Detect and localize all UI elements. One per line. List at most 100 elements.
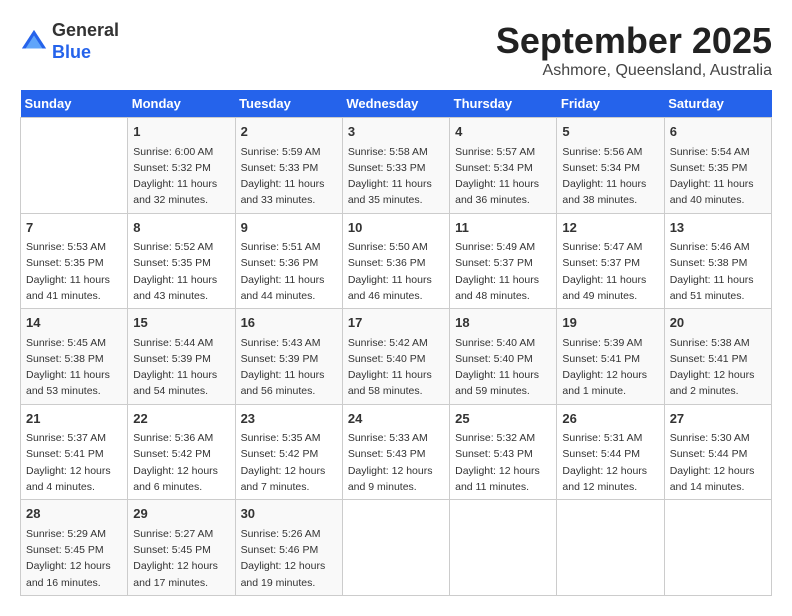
calendar-cell (21, 118, 128, 214)
day-info: Sunrise: 5:59 AMSunset: 5:33 PMDaylight:… (241, 144, 337, 209)
day-number: 27 (670, 409, 766, 429)
day-info: Sunrise: 5:56 AMSunset: 5:34 PMDaylight:… (562, 144, 658, 209)
day-number: 22 (133, 409, 229, 429)
day-number: 21 (26, 409, 122, 429)
calendar-week-2: 14Sunrise: 5:45 AMSunset: 5:38 PMDayligh… (21, 309, 772, 405)
calendar-cell: 28Sunrise: 5:29 AMSunset: 5:45 PMDayligh… (21, 500, 128, 596)
day-number: 5 (562, 122, 658, 142)
day-info: Sunrise: 5:49 AMSunset: 5:37 PMDaylight:… (455, 239, 551, 304)
day-info: Sunrise: 5:52 AMSunset: 5:35 PMDaylight:… (133, 239, 229, 304)
day-number: 12 (562, 218, 658, 238)
calendar-cell (450, 500, 557, 596)
day-number: 13 (670, 218, 766, 238)
calendar-table: SundayMondayTuesdayWednesdayThursdayFrid… (20, 90, 772, 596)
weekday-header-row: SundayMondayTuesdayWednesdayThursdayFrid… (21, 90, 772, 118)
day-info: Sunrise: 5:57 AMSunset: 5:34 PMDaylight:… (455, 144, 551, 209)
day-number: 2 (241, 122, 337, 142)
calendar-cell: 3Sunrise: 5:58 AMSunset: 5:33 PMDaylight… (342, 118, 449, 214)
calendar-cell: 9Sunrise: 5:51 AMSunset: 5:36 PMDaylight… (235, 213, 342, 309)
day-info: Sunrise: 5:45 AMSunset: 5:38 PMDaylight:… (26, 335, 122, 400)
calendar-cell: 7Sunrise: 5:53 AMSunset: 5:35 PMDaylight… (21, 213, 128, 309)
day-number: 1 (133, 122, 229, 142)
day-info: Sunrise: 5:58 AMSunset: 5:33 PMDaylight:… (348, 144, 444, 209)
calendar-cell: 29Sunrise: 5:27 AMSunset: 5:45 PMDayligh… (128, 500, 235, 596)
day-number: 17 (348, 313, 444, 333)
weekday-header-tuesday: Tuesday (235, 90, 342, 118)
day-info: Sunrise: 5:51 AMSunset: 5:36 PMDaylight:… (241, 239, 337, 304)
day-info: Sunrise: 5:35 AMSunset: 5:42 PMDaylight:… (241, 430, 337, 495)
calendar-cell: 12Sunrise: 5:47 AMSunset: 5:37 PMDayligh… (557, 213, 664, 309)
calendar-cell (664, 500, 771, 596)
month-title: September 2025 (496, 20, 772, 62)
day-number: 3 (348, 122, 444, 142)
day-info: Sunrise: 5:32 AMSunset: 5:43 PMDaylight:… (455, 430, 551, 495)
calendar-cell: 17Sunrise: 5:42 AMSunset: 5:40 PMDayligh… (342, 309, 449, 405)
day-info: Sunrise: 5:36 AMSunset: 5:42 PMDaylight:… (133, 430, 229, 495)
calendar-week-0: 1Sunrise: 6:00 AMSunset: 5:32 PMDaylight… (21, 118, 772, 214)
day-number: 20 (670, 313, 766, 333)
calendar-cell (342, 500, 449, 596)
calendar-cell: 23Sunrise: 5:35 AMSunset: 5:42 PMDayligh… (235, 404, 342, 500)
day-number: 28 (26, 504, 122, 524)
day-info: Sunrise: 5:44 AMSunset: 5:39 PMDaylight:… (133, 335, 229, 400)
weekday-header-monday: Monday (128, 90, 235, 118)
location-title: Ashmore, Queensland, Australia (496, 62, 772, 80)
day-number: 14 (26, 313, 122, 333)
calendar-cell: 8Sunrise: 5:52 AMSunset: 5:35 PMDaylight… (128, 213, 235, 309)
logo: General Blue (20, 20, 119, 63)
day-number: 6 (670, 122, 766, 142)
day-info: Sunrise: 5:39 AMSunset: 5:41 PMDaylight:… (562, 335, 658, 400)
day-info: Sunrise: 5:43 AMSunset: 5:39 PMDaylight:… (241, 335, 337, 400)
day-number: 18 (455, 313, 551, 333)
day-info: Sunrise: 6:00 AMSunset: 5:32 PMDaylight:… (133, 144, 229, 209)
day-info: Sunrise: 5:53 AMSunset: 5:35 PMDaylight:… (26, 239, 122, 304)
calendar-week-1: 7Sunrise: 5:53 AMSunset: 5:35 PMDaylight… (21, 213, 772, 309)
day-info: Sunrise: 5:30 AMSunset: 5:44 PMDaylight:… (670, 430, 766, 495)
calendar-cell: 14Sunrise: 5:45 AMSunset: 5:38 PMDayligh… (21, 309, 128, 405)
calendar-cell: 16Sunrise: 5:43 AMSunset: 5:39 PMDayligh… (235, 309, 342, 405)
calendar-cell: 24Sunrise: 5:33 AMSunset: 5:43 PMDayligh… (342, 404, 449, 500)
day-info: Sunrise: 5:54 AMSunset: 5:35 PMDaylight:… (670, 144, 766, 209)
calendar-week-4: 28Sunrise: 5:29 AMSunset: 5:45 PMDayligh… (21, 500, 772, 596)
day-number: 10 (348, 218, 444, 238)
calendar-cell: 5Sunrise: 5:56 AMSunset: 5:34 PMDaylight… (557, 118, 664, 214)
calendar-cell: 27Sunrise: 5:30 AMSunset: 5:44 PMDayligh… (664, 404, 771, 500)
day-number: 15 (133, 313, 229, 333)
calendar-cell: 13Sunrise: 5:46 AMSunset: 5:38 PMDayligh… (664, 213, 771, 309)
day-info: Sunrise: 5:31 AMSunset: 5:44 PMDaylight:… (562, 430, 658, 495)
calendar-cell: 11Sunrise: 5:49 AMSunset: 5:37 PMDayligh… (450, 213, 557, 309)
day-number: 26 (562, 409, 658, 429)
calendar-cell: 21Sunrise: 5:37 AMSunset: 5:41 PMDayligh… (21, 404, 128, 500)
calendar-cell: 4Sunrise: 5:57 AMSunset: 5:34 PMDaylight… (450, 118, 557, 214)
calendar-cell: 20Sunrise: 5:38 AMSunset: 5:41 PMDayligh… (664, 309, 771, 405)
header: General Blue September 2025 Ashmore, Que… (20, 20, 772, 80)
calendar-cell: 15Sunrise: 5:44 AMSunset: 5:39 PMDayligh… (128, 309, 235, 405)
day-info: Sunrise: 5:26 AMSunset: 5:46 PMDaylight:… (241, 526, 337, 591)
day-number: 4 (455, 122, 551, 142)
day-number: 8 (133, 218, 229, 238)
calendar-week-3: 21Sunrise: 5:37 AMSunset: 5:41 PMDayligh… (21, 404, 772, 500)
day-number: 7 (26, 218, 122, 238)
calendar-cell: 22Sunrise: 5:36 AMSunset: 5:42 PMDayligh… (128, 404, 235, 500)
weekday-header-thursday: Thursday (450, 90, 557, 118)
day-number: 9 (241, 218, 337, 238)
day-info: Sunrise: 5:37 AMSunset: 5:41 PMDaylight:… (26, 430, 122, 495)
day-info: Sunrise: 5:33 AMSunset: 5:43 PMDaylight:… (348, 430, 444, 495)
day-info: Sunrise: 5:47 AMSunset: 5:37 PMDaylight:… (562, 239, 658, 304)
calendar-cell: 26Sunrise: 5:31 AMSunset: 5:44 PMDayligh… (557, 404, 664, 500)
day-number: 30 (241, 504, 337, 524)
day-number: 11 (455, 218, 551, 238)
day-info: Sunrise: 5:40 AMSunset: 5:40 PMDaylight:… (455, 335, 551, 400)
day-number: 24 (348, 409, 444, 429)
calendar-cell: 18Sunrise: 5:40 AMSunset: 5:40 PMDayligh… (450, 309, 557, 405)
calendar-cell: 30Sunrise: 5:26 AMSunset: 5:46 PMDayligh… (235, 500, 342, 596)
weekday-header-friday: Friday (557, 90, 664, 118)
calendar-cell (557, 500, 664, 596)
day-info: Sunrise: 5:42 AMSunset: 5:40 PMDaylight:… (348, 335, 444, 400)
calendar-cell: 1Sunrise: 6:00 AMSunset: 5:32 PMDaylight… (128, 118, 235, 214)
weekday-header-sunday: Sunday (21, 90, 128, 118)
logo-icon (20, 28, 48, 56)
calendar-cell: 2Sunrise: 5:59 AMSunset: 5:33 PMDaylight… (235, 118, 342, 214)
weekday-header-wednesday: Wednesday (342, 90, 449, 118)
day-number: 19 (562, 313, 658, 333)
